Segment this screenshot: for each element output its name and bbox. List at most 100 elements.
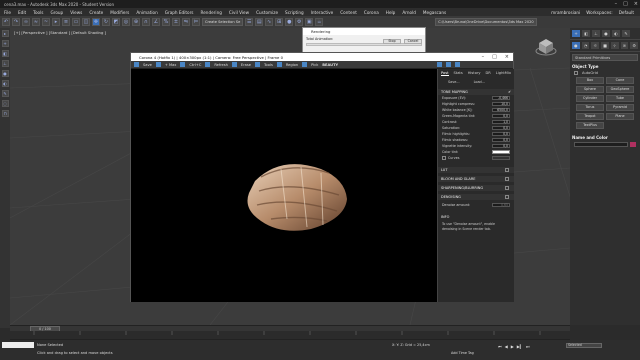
lut-checkbox[interactable] [505,168,509,172]
percent-snap-icon[interactable]: % [162,18,170,26]
menu-edit[interactable]: Edit [18,10,26,15]
object-type-header[interactable]: Object Type [572,64,638,69]
snap-icon[interactable]: ∩ [142,18,150,26]
pick-icon[interactable] [302,62,308,67]
menu-content[interactable]: Content [340,10,357,15]
modify-icon[interactable]: ◧ [1,50,9,57]
shapes-icon[interactable]: ◔ [581,42,590,49]
contrast-field[interactable]: 1,0 [492,119,510,125]
vignette-field[interactable]: 0,0 [492,143,510,149]
denoise-amount-field[interactable]: 0,65 [492,202,510,208]
vfb-tools-button[interactable]: Tools [264,63,273,67]
name-color-header[interactable]: Name and Color [572,135,638,140]
utilities-tab-icon[interactable]: ✎ [622,30,630,37]
menu-help[interactable]: Help [386,10,396,15]
layout-icon[interactable] [455,62,461,67]
textplus-button[interactable]: TextPlus [576,122,604,129]
create-tab-icon[interactable]: + [572,30,580,37]
menu-customize[interactable]: Customize [256,10,278,15]
menu-scripting[interactable]: Scripting [285,10,304,15]
max-icon[interactable] [155,62,161,67]
denoising-header[interactable]: DENOISING [438,194,514,200]
saturation-field[interactable]: 0,0 [492,125,510,131]
cylinder-button[interactable]: Cylinder [576,95,604,102]
vfb-maximize-icon[interactable]: □ [492,54,497,60]
track-bar[interactable] [10,331,570,340]
add-time-tag[interactable]: Add Time Tag [451,351,474,355]
name-field[interactable] [574,142,628,147]
primitive-type-dropdown[interactable]: Standard Primitives [572,54,638,61]
white-balance-field[interactable]: 6500,0 [492,107,510,113]
scale-icon[interactable]: ◩ [112,18,120,26]
menu-animation[interactable]: Animation [136,10,157,15]
viewcube-icon[interactable] [535,36,557,58]
pyramid-button[interactable]: Pyramid [606,104,634,111]
ribbon-icon[interactable]: ▸ [1,30,9,37]
cancel-button[interactable]: Cancel [404,39,422,44]
geosphere-button[interactable]: GeoSphere [606,86,634,93]
stop-icon[interactable] [446,62,452,67]
tools-icon[interactable] [254,62,260,67]
color-tint-swatch[interactable] [492,149,510,155]
filmic-highlights-field[interactable]: 0,0 [492,131,510,137]
spacewarps-icon[interactable]: ≋ [620,42,629,49]
cone-button[interactable]: Cone [606,77,634,84]
goto-start-icon[interactable]: ⏮ [498,344,502,349]
tab-post[interactable]: Post [441,71,449,76]
lut-header[interactable]: LUT [438,167,514,173]
tab-lightmix[interactable]: LightMix [496,71,511,76]
menu-corona[interactable]: Corona [364,10,379,15]
curves-checkbox[interactable] [442,156,446,160]
placement-icon[interactable]: ◎ [122,18,130,26]
denoising-checkbox[interactable] [505,195,509,199]
stop-button[interactable]: Stop [383,39,401,44]
link-icon[interactable]: ∞ [22,18,30,26]
vfb-close-icon[interactable]: × [505,54,509,60]
sharpening-header[interactable]: SHARPENING/BLURRING [438,185,514,191]
render-icon[interactable] [437,62,443,67]
menu-megascans[interactable]: Megascans [423,10,446,15]
box-button[interactable]: Box [576,77,604,84]
mirror-icon[interactable]: ⇋ [182,18,190,26]
torus-button[interactable]: Torus [576,104,604,111]
menu-group[interactable]: Group [50,10,63,15]
menu-interactive[interactable]: Interactive [311,10,334,15]
play-icon[interactable]: ▶ [511,344,514,349]
color-swatch[interactable] [630,142,636,147]
bloom-glare-header[interactable]: BLOOM AND GLARE [438,176,514,182]
plane-button[interactable]: Plane [606,113,634,120]
filmic-shadows-field[interactable]: 0,0 [492,137,510,143]
render-canvas[interactable] [131,69,437,302]
user-name[interactable]: mrambrosiani [551,10,580,15]
menu-civil-view[interactable]: Civil View [229,10,249,15]
goto-end-icon[interactable]: ⏭ [526,344,530,349]
render-setup-icon[interactable]: ⚙ [295,18,304,26]
layer-icon[interactable]: ▤ [255,18,264,26]
redo-icon[interactable]: ↷ [12,18,20,26]
motion-icon[interactable]: ● [1,70,9,77]
rect-select-icon[interactable]: ▭ [72,18,80,26]
menu-tools[interactable]: Tools [33,10,43,15]
tab-history[interactable]: History [468,71,481,76]
next-frame-icon[interactable]: ▶▎ [517,344,523,349]
move-icon[interactable]: ✥ [92,18,100,26]
maxscript-listener[interactable] [2,342,34,348]
tube-button[interactable]: Tube [606,95,634,102]
viewport-label[interactable]: [+] [Perspective ] [Standard ] [Default … [14,30,106,35]
green-magenta-field[interactable]: 0,0 [492,113,510,119]
prev-frame-icon[interactable]: ◀ [505,344,508,349]
display-icon[interactable]: ◐ [1,80,9,87]
spinner-snap-icon[interactable]: ± [172,18,180,26]
material-editor-icon[interactable]: ● [285,18,294,26]
vfb-save-button[interactable]: Save [143,63,152,67]
copy-icon[interactable] [180,62,186,67]
selection-set-dropdown[interactable]: Create Selection Se [202,18,244,26]
tab-dr[interactable]: DR [486,71,491,76]
create-icon[interactable]: + [1,40,9,47]
undo-icon[interactable]: ↶ [2,18,10,26]
refresh-icon[interactable] [205,62,211,67]
schematic-icon[interactable]: ⊞ [275,18,284,26]
vfb-region-button[interactable]: Region [286,63,298,67]
exposure-field[interactable]: -0,466 [492,95,510,101]
rotate-icon[interactable]: ↻ [102,18,110,26]
